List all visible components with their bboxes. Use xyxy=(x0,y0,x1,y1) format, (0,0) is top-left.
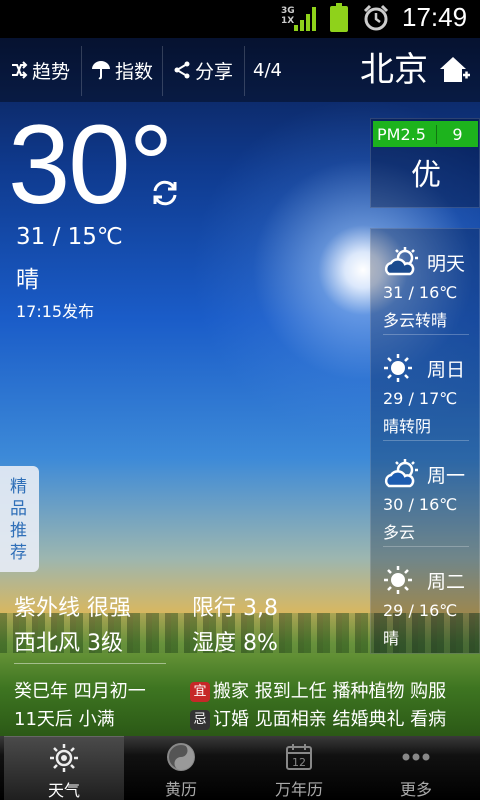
tab-weather[interactable]: 天气 xyxy=(4,736,124,800)
share-button[interactable]: 分享 xyxy=(173,38,233,102)
index-button[interactable]: 指数 xyxy=(91,38,153,102)
forecast-day[interactable]: 周二 29 / 16℃ 晴 xyxy=(371,549,480,653)
tab-weather-label: 天气 xyxy=(47,781,80,800)
bottom-tab-bar: 天气 黄历 12 万年历 更多 xyxy=(0,736,480,800)
forecast-desc: 多云转晴 xyxy=(383,311,448,330)
forecast-panel: 明天 31 / 16℃ 多云转晴 周日 29 / 17℃ 晴转阴 周一 30 /… xyxy=(370,228,480,654)
partly-cloudy-icon xyxy=(384,459,418,488)
lunar-date: 癸巳年 四月初一 xyxy=(14,681,146,702)
partly-cloudy-icon xyxy=(384,247,418,276)
share-label: 分享 xyxy=(195,60,234,83)
trend-button[interactable]: 趋势 xyxy=(10,38,70,102)
wind-info: 西北风 3级 xyxy=(14,631,123,656)
today-condition: 晴 xyxy=(16,267,39,293)
sun-icon xyxy=(384,354,412,382)
solar-term: 11天后 小满 xyxy=(14,709,115,730)
tab-more[interactable]: 更多 xyxy=(356,736,476,800)
almanac-good[interactable]: 宜搬家 报到上任 播种植物 购服 xyxy=(190,677,446,703)
forecast-desc: 晴 xyxy=(383,629,400,648)
almanac-bad-text: 订婚 见面相亲 结婚典礼 看病 xyxy=(213,709,447,730)
forecast-day[interactable]: 明天 31 / 16℃ 多云转晴 xyxy=(371,231,480,335)
current-temperature: 30° xyxy=(8,102,173,227)
forecast-day-name: 周一 xyxy=(427,465,466,487)
tab-more-label: 更多 xyxy=(399,780,432,799)
trend-label: 趋势 xyxy=(32,60,71,83)
shuffle-icon xyxy=(12,61,28,79)
forecast-temp: 29 / 17℃ xyxy=(383,389,458,408)
publish-time: 17:15发布 xyxy=(16,302,95,321)
index-label: 指数 xyxy=(115,60,154,83)
home-add-icon[interactable] xyxy=(437,54,471,84)
network-type: 3G 1X xyxy=(281,6,295,26)
forecast-day[interactable]: 周日 29 / 17℃ 晴转阴 xyxy=(371,337,480,441)
pm-label: PM2.5 xyxy=(373,124,437,144)
air-quality-level: 优 xyxy=(411,158,441,193)
forecast-day-name: 明天 xyxy=(427,253,466,275)
sun-icon xyxy=(50,744,78,772)
today-temperature-range: 31 / 15℃ xyxy=(16,224,123,250)
refresh-icon[interactable] xyxy=(150,178,180,208)
calendar-icon: 12 xyxy=(286,744,312,770)
battery-icon xyxy=(330,3,348,32)
forecast-day-name: 周二 xyxy=(427,571,466,593)
almanac-good-text: 搬家 报到上任 播种植物 购服 xyxy=(213,681,447,702)
tab-calendar-label: 万年历 xyxy=(274,780,323,799)
city-name[interactable]: 北京 xyxy=(360,42,428,91)
forecast-temp: 31 / 16℃ xyxy=(383,283,458,302)
tab-calendar[interactable]: 12 万年历 xyxy=(239,736,359,800)
divider xyxy=(14,663,166,664)
forecast-day[interactable]: 周一 30 / 16℃ 多云 xyxy=(371,443,480,547)
umbrella-icon xyxy=(92,61,110,80)
uv-index: 紫外线 很强 xyxy=(14,596,131,621)
forecast-temp: 30 / 16℃ xyxy=(383,495,458,514)
forecast-temp: 29 / 16℃ xyxy=(383,601,458,620)
alarm-clock-icon xyxy=(363,4,389,31)
forecast-desc: 多云 xyxy=(383,523,416,542)
air-quality-panel[interactable]: PM2.5 9 优 xyxy=(370,118,480,208)
share-icon xyxy=(174,61,190,79)
pm-value: 9 xyxy=(452,124,463,144)
forecast-day-name: 周日 xyxy=(427,359,466,381)
forecast-desc: 晴转阴 xyxy=(383,417,432,436)
yin-yang-icon xyxy=(167,743,195,771)
recommend-side-tab[interactable]: 精品推荐 xyxy=(0,466,39,572)
humidity-info: 湿度 8% xyxy=(192,631,278,656)
tab-almanac[interactable]: 黄历 xyxy=(121,736,241,800)
good-badge: 宜 xyxy=(190,682,210,702)
signal-icon xyxy=(294,7,318,31)
traffic-restriction: 限行 3,8 xyxy=(192,596,278,621)
status-bar: 3G 1X 17:49 xyxy=(0,0,480,38)
tab-almanac-label: 黄历 xyxy=(164,780,197,799)
page-indicator: 4/4 xyxy=(253,59,282,81)
clock-time: 17:49 xyxy=(402,2,468,32)
bad-badge: 忌 xyxy=(190,710,210,730)
more-icon xyxy=(402,753,430,761)
almanac-bad[interactable]: 忌订婚 见面相亲 结婚典礼 看病 xyxy=(190,705,446,731)
sun-icon xyxy=(384,566,412,594)
svg-text:12: 12 xyxy=(292,756,306,769)
